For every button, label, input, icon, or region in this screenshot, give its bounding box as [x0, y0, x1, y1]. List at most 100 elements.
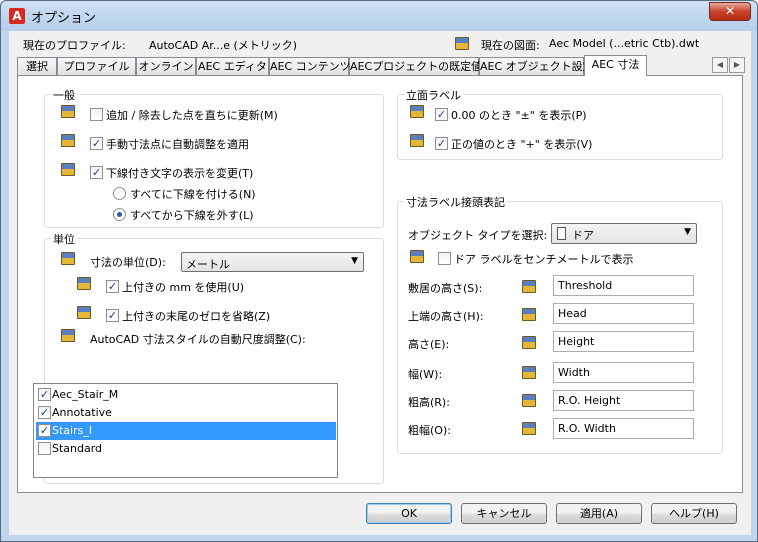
underline-text-checkbox[interactable]: ✓: [90, 166, 103, 179]
tab-aec-dimension[interactable]: AEC 寸法: [584, 55, 647, 76]
drawing-setting-icon: [61, 252, 75, 265]
tab-scroll-right-icon[interactable]: ▶: [729, 57, 745, 73]
current-drawing-value: Aec Model (...etric Ctb).dwt: [549, 37, 700, 50]
drawing-setting-icon: [522, 394, 536, 407]
tab-profile[interactable]: プロファイル: [57, 57, 136, 76]
drawing-setting-icon: [61, 134, 75, 147]
current-drawing-label: 現在の図面:: [481, 39, 540, 52]
units-group-title: 単位: [51, 231, 77, 247]
underline-all-label: すべてに下線を付ける(N): [130, 188, 256, 201]
tab-strip: 選択 プロファイル オンライン AEC エディタ AEC コンテンツ AECプロ…: [17, 55, 745, 76]
head-label: 上端の高さ(H):: [408, 310, 484, 323]
auto-adjust-label: 手動寸法点に自動調整を適用: [106, 138, 249, 151]
apply-button[interactable]: 適用(A): [556, 503, 642, 524]
door-icon: [557, 227, 566, 240]
help-button[interactable]: ヘルプ(H): [651, 503, 737, 524]
dim-unit-dropdown[interactable]: メートル ▼: [181, 252, 364, 272]
underline-text-label: 下線付き文字の表示を変更(T): [106, 167, 254, 180]
dialog-body: 現在のプロファイル: AutoCAD Ar...e (メトリック) 現在の図面:…: [9, 31, 751, 535]
tab-aec-content[interactable]: AEC コンテンツ: [269, 57, 351, 76]
show-zero-sign-checkbox[interactable]: ✓: [435, 108, 448, 121]
update-points-checkbox[interactable]: [90, 108, 103, 121]
show-zero-sign-label: 0.00 のとき "±" を表示(P): [451, 109, 587, 122]
style-checkbox[interactable]: ✓: [38, 406, 51, 419]
width-label: 幅(W):: [408, 368, 443, 381]
drawing-setting-icon: [522, 366, 536, 379]
use-mm-checkbox[interactable]: ✓: [106, 280, 119, 293]
ok-button[interactable]: OK: [366, 503, 452, 524]
drawing-setting-icon: [455, 37, 469, 50]
list-item[interactable]: ✓ Annotative: [36, 404, 336, 422]
chevron-down-icon: ▼: [351, 256, 358, 266]
list-item[interactable]: ✓ Aec_Stair_M: [36, 386, 336, 404]
drawing-setting-icon: [410, 134, 424, 147]
autocad-logo-icon: A: [9, 8, 25, 24]
door-cm-label: ドア ラベルをセンチメートルで表示: [454, 253, 634, 266]
window-title: オプション: [31, 11, 97, 26]
prefix-group-title: 寸法ラベル接頭表記: [404, 194, 507, 210]
cancel-button[interactable]: キャンセル: [461, 503, 547, 524]
head-input[interactable]: Head: [553, 303, 694, 324]
threshold-label: 敷居の高さ(S):: [408, 282, 483, 295]
elevation-group-title: 立面ラベル: [404, 87, 463, 103]
door-cm-checkbox[interactable]: [438, 252, 451, 265]
height-label: 高さ(E):: [408, 338, 450, 351]
drawing-setting-icon: [522, 280, 536, 293]
show-positive-sign-label: 正の値のとき "+" を表示(V): [451, 138, 593, 151]
object-type-label: オブジェクト タイプを選択:: [408, 229, 548, 242]
ro-width-input[interactable]: R.O. Width: [553, 418, 694, 439]
drawing-setting-icon: [77, 306, 91, 319]
drawing-setting-icon: [61, 329, 75, 342]
remove-underline-label: すべてから下線を外す(L): [130, 209, 254, 222]
tab-aec-project-defaults[interactable]: AECプロジェクトの既定値: [349, 57, 482, 76]
object-type-value: ドア: [572, 229, 594, 242]
drawing-setting-icon: [61, 105, 75, 118]
tab-aec-editor[interactable]: AEC エディタ: [196, 57, 269, 76]
style-checkbox[interactable]: ✓: [38, 424, 51, 437]
use-mm-label: 上付きの mm を使用(U): [122, 281, 245, 294]
object-type-dropdown[interactable]: ドア ▼: [551, 223, 697, 244]
show-positive-sign-checkbox[interactable]: ✓: [435, 137, 448, 150]
omit-zeros-label: 上付きの末尾のゼロを省略(Z): [122, 310, 271, 323]
remove-underline-radio[interactable]: [113, 208, 126, 221]
list-item[interactable]: Standard: [36, 440, 336, 458]
width-input[interactable]: Width: [553, 362, 694, 383]
auto-adjust-checkbox[interactable]: ✓: [90, 137, 103, 150]
threshold-input[interactable]: Threshold: [553, 275, 694, 296]
general-group-title: 一般: [51, 87, 77, 103]
tab-select[interactable]: 選択: [17, 57, 57, 76]
dim-unit-value: メートル: [186, 258, 230, 271]
tab-online[interactable]: オンライン: [136, 57, 196, 76]
ro-width-label: 粗幅(O):: [408, 424, 451, 437]
current-profile-value: AutoCAD Ar...e (メトリック): [149, 39, 298, 52]
ro-height-label: 粗高(R):: [408, 396, 450, 409]
profile-row: 現在のプロファイル: AutoCAD Ar...e (メトリック) 現在の図面:…: [23, 37, 753, 53]
dim-unit-label: 寸法の単位(D):: [90, 256, 166, 269]
style-label: Standard: [52, 442, 103, 455]
height-input[interactable]: Height: [553, 331, 694, 352]
omit-zeros-checkbox[interactable]: ✓: [106, 309, 119, 322]
list-item[interactable]: ✓ Stairs_I: [36, 422, 336, 440]
chevron-down-icon: ▼: [684, 227, 691, 237]
style-label: Aec_Stair_M: [52, 388, 119, 401]
autoscale-label: AutoCAD 寸法スタイルの自動尺度調整(C):: [90, 333, 306, 346]
current-profile-label: 現在のプロファイル:: [23, 39, 126, 52]
drawing-setting-icon: [522, 308, 536, 321]
drawing-setting-icon: [522, 336, 536, 349]
drawing-setting-icon: [77, 277, 91, 290]
close-button[interactable]: ✕: [709, 2, 751, 21]
ro-height-input[interactable]: R.O. Height: [553, 390, 694, 411]
drawing-setting-icon: [410, 250, 424, 263]
style-checkbox[interactable]: [38, 442, 51, 455]
style-checkbox[interactable]: ✓: [38, 388, 51, 401]
drawing-setting-icon: [522, 422, 536, 435]
title-bar[interactable]: A オプション ✕: [1, 1, 757, 31]
drawing-setting-icon: [410, 105, 424, 118]
underline-all-radio[interactable]: [113, 187, 126, 200]
dim-style-listbox[interactable]: ✓ Aec_Stair_M ✓ Annotative ✓ Stairs_I St…: [33, 383, 338, 478]
tab-aec-object-settings[interactable]: AEC オブジェクト設定: [479, 57, 594, 76]
style-label: Annotative: [52, 406, 112, 419]
tab-scroll-left-icon[interactable]: ◀: [712, 57, 728, 73]
aec-dimension-page: 一般 追加 / 除去した点を直ちに更新(M) ✓ 手動寸法点に自動調整を適用 ✓…: [17, 75, 743, 493]
drawing-setting-icon: [61, 163, 75, 176]
